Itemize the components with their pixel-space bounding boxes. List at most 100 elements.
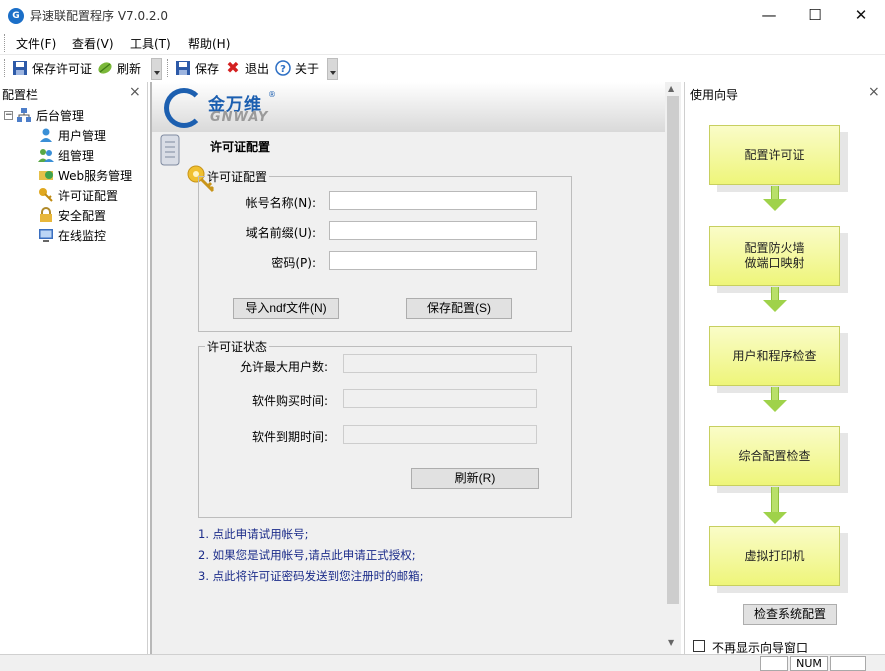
license-status-legend: 许可证状态 [207, 340, 268, 354]
title-bar: G 异速联配置程序 V7.0.2.0 — ☐ ✕ [0, 0, 885, 31]
flow-arrow-head [763, 199, 787, 211]
flow-arrow [771, 387, 779, 400]
scroll-up-icon[interactable]: ▲ [668, 84, 674, 93]
num-lock-indicator: NUM [790, 656, 828, 671]
save-button[interactable]: 保存 [175, 58, 219, 78]
wizard-step-overall-check[interactable]: 综合配置检查 [709, 426, 840, 486]
flow-arrow-head [763, 300, 787, 312]
wizard-step-license[interactable]: 配置许可证 [709, 125, 840, 185]
toolbar: 保存许可证 刷新 保存 ✖ 退出 ? 关于 [0, 55, 885, 81]
config-sidebar: 配置栏 × − 后台管理 用户管理 组管理 Web服务管理 许可证配置 安全配置… [0, 82, 148, 654]
flow-arrow [771, 287, 779, 300]
flow-arrow-head [763, 512, 787, 524]
account-name-label: 帐号名称(N): [245, 196, 316, 210]
import-ndf-button[interactable]: 导入ndf文件(N) [233, 298, 339, 319]
domain-prefix-label: 域名前缀(U): [245, 226, 316, 240]
check-system-config-button[interactable]: 检查系统配置 [743, 604, 837, 625]
max-users-field [343, 354, 537, 373]
help-circle-icon: ? [275, 60, 291, 76]
purchase-time-label: 软件购买时间: [251, 394, 328, 408]
apply-trial-link[interactable]: 1. 点此申请试用帐号; [198, 526, 309, 542]
toolbar-grip-2 [167, 59, 170, 77]
flow-arrow [771, 186, 779, 199]
status-cell [830, 656, 866, 671]
license-document-icon [160, 134, 180, 166]
window-title: 异速联配置程序 V7.0.2.0 [30, 9, 169, 23]
wizard-step-firewall[interactable]: 配置防火墙 做端口映射 [709, 226, 840, 286]
collapse-icon[interactable]: − [4, 110, 13, 120]
license-config-panel: 金万维 ® GNWAY 许可证配置 许可证配置 帐号名称(N): 域名前缀(U)… [150, 82, 681, 654]
brand-name-en: GNWAY [210, 110, 269, 125]
center-vertical-scrollbar[interactable]: ▲ ▼ [665, 82, 681, 654]
save-disk-icon [12, 60, 28, 76]
sidebar-item-license-config[interactable]: 许可证配置 [0, 185, 148, 205]
user-icon [38, 127, 54, 143]
key-icon [38, 187, 54, 203]
save-disk-icon [175, 60, 191, 76]
maximize-button[interactable]: ☐ [792, 0, 838, 31]
scrollbar-thumb[interactable] [667, 96, 679, 604]
menu-help[interactable]: 帮助(H) [188, 35, 230, 52]
lock-icon [38, 207, 54, 223]
wizard-title: 使用向导 [690, 88, 739, 102]
save-config-button[interactable]: 保存配置(S) [406, 298, 512, 319]
domain-prefix-input[interactable] [329, 221, 537, 240]
registered-mark: ® [268, 90, 276, 99]
tree-root[interactable]: − 后台管理 [0, 105, 148, 125]
toolbar-grip [4, 59, 7, 77]
refresh-leaf-icon [97, 60, 113, 76]
menu-grip [4, 34, 7, 52]
close-button[interactable]: ✕ [838, 0, 884, 31]
password-input[interactable] [329, 251, 537, 270]
status-cell [760, 656, 788, 671]
red-x-icon: ✖ [226, 58, 240, 77]
toolbar-overflow-dropdown-2[interactable] [327, 58, 338, 80]
exit-button[interactable]: ✖ 退出 [225, 58, 269, 78]
svg-text:?: ? [280, 64, 286, 75]
sidebar-header: 配置栏 × [0, 82, 148, 104]
toolbar-overflow-dropdown[interactable] [151, 58, 162, 80]
scroll-down-icon[interactable]: ▼ [668, 638, 674, 647]
menu-view[interactable]: 查看(V) [72, 35, 114, 52]
gnway-logo-icon: G [8, 8, 24, 24]
refresh-status-button[interactable]: 刷新(R) [411, 468, 539, 489]
menu-file[interactable]: 文件(F) [16, 35, 56, 52]
wizard-step-virtual-printer[interactable]: 虚拟打印机 [709, 526, 840, 586]
expire-time-field [343, 425, 537, 444]
page-title: 许可证配置 [210, 140, 271, 154]
dont-show-checkbox[interactable] [693, 640, 705, 652]
menu-bar: 文件(F) 查看(V) 工具(T) 帮助(H) [0, 31, 885, 55]
menu-tools[interactable]: 工具(T) [130, 35, 171, 52]
wizard-panel: 使用向导 × 配置许可证 配置防火墙 做端口映射 用户和程序检查 综合配置检查 … [684, 82, 885, 655]
minimize-button[interactable]: — [746, 0, 792, 31]
password-label: 密码(P): [271, 256, 316, 270]
about-button[interactable]: ? 关于 [275, 58, 319, 78]
purchase-time-field [343, 389, 537, 408]
sidebar-item-security-config[interactable]: 安全配置 [0, 205, 148, 225]
status-bar: NUM [0, 654, 885, 671]
sidebar-item-online-monitor[interactable]: 在线监控 [0, 225, 148, 245]
server-network-icon [16, 107, 32, 123]
gnway-g-logo-icon [164, 88, 204, 128]
refresh-button[interactable]: 刷新 [97, 58, 141, 78]
max-users-label: 允许最大用户数: [239, 360, 328, 374]
group-icon [38, 147, 54, 163]
sidebar-close-icon[interactable]: × [129, 84, 141, 100]
account-name-input[interactable] [329, 191, 537, 210]
apply-formal-license-link[interactable]: 2. 如果您是试用帐号,请点此申请正式授权; [198, 547, 416, 563]
wizard-close-icon[interactable]: × [868, 84, 880, 100]
flow-arrow [771, 487, 779, 512]
sidebar-item-web-service[interactable]: Web服务管理 [0, 165, 148, 185]
save-license-button[interactable]: 保存许可证 [12, 58, 92, 78]
wizard-step-user-program-check[interactable]: 用户和程序检查 [709, 326, 840, 386]
sidebar-item-group-management[interactable]: 组管理 [0, 145, 148, 165]
flow-arrow-head [763, 400, 787, 412]
license-config-legend: 许可证配置 [207, 170, 268, 184]
monitor-icon [38, 227, 54, 243]
sidebar-item-user-management[interactable]: 用户管理 [0, 125, 148, 145]
expire-time-label: 软件到期时间: [251, 430, 328, 444]
sidebar-title: 配置栏 [2, 88, 39, 102]
brand-banner: 金万维 ® GNWAY [152, 82, 665, 132]
web-service-icon [38, 167, 54, 183]
send-password-email-link[interactable]: 3. 点此将许可证密码发送到您注册时的邮箱; [198, 568, 424, 584]
